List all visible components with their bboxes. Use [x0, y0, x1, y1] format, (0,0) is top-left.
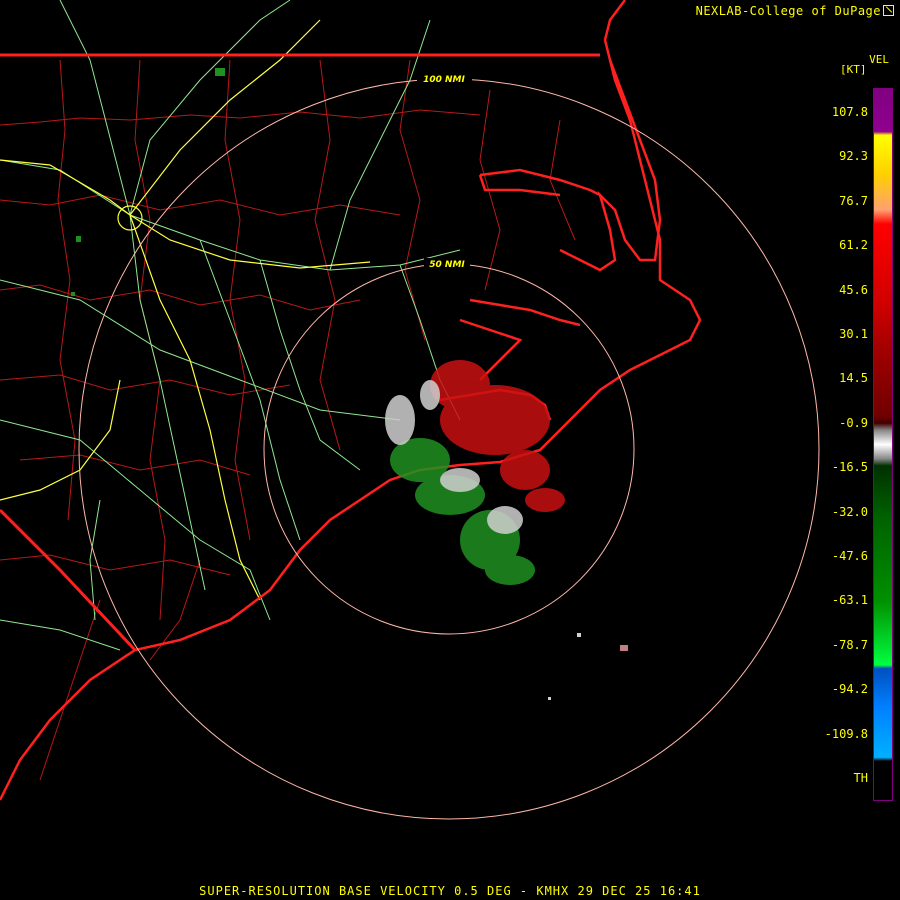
legend-units: [KT]	[840, 63, 867, 76]
colorbar-label: -109.8	[824, 726, 868, 741]
colorbar-label: -16.5	[831, 460, 868, 475]
colorbar-label: 92.3	[839, 149, 868, 164]
colorbar-label: TH	[853, 771, 868, 785]
colorbar-label: -32.0	[831, 504, 868, 519]
colorbar-label: 61.2	[839, 238, 868, 253]
colorbar-label: 107.8	[831, 105, 868, 119]
colorbar-label: -78.7	[831, 637, 868, 652]
range-label-50: 50 NMI	[429, 260, 465, 270]
credit-label: NEXLAB-College of DuPage	[695, 4, 881, 18]
velocity-colorbar	[873, 88, 893, 801]
range-label-100: 100 NMI	[423, 75, 465, 85]
credit-text: NEXLAB-College of DuPage	[696, 4, 894, 18]
colorbar-label: 30.1	[839, 327, 868, 341]
colorbar-label: 14.5	[839, 371, 868, 386]
colorbar-label: -94.2	[831, 682, 868, 697]
range-ring-50	[263, 263, 635, 635]
colorbar-label: 45.6	[839, 282, 868, 297]
range-rings	[78, 78, 820, 820]
range-ring-100	[78, 78, 820, 820]
colorbar-label: -63.1	[831, 593, 868, 608]
radar-map: 50 NMI 100 NMI	[0, 0, 820, 820]
legend-title: VEL	[869, 53, 889, 66]
interstate-lines	[0, 19, 371, 601]
colorbar-label: 76.7	[839, 193, 868, 208]
product-footer: SUPER-RESOLUTION BASE VELOCITY 0.5 DEG -…	[199, 884, 701, 898]
nexlab-logo-icon	[883, 5, 894, 16]
highway-lines	[0, 0, 461, 651]
colorbar-label: -47.6	[831, 549, 868, 563]
colorbar-label: -0.9	[839, 415, 868, 430]
